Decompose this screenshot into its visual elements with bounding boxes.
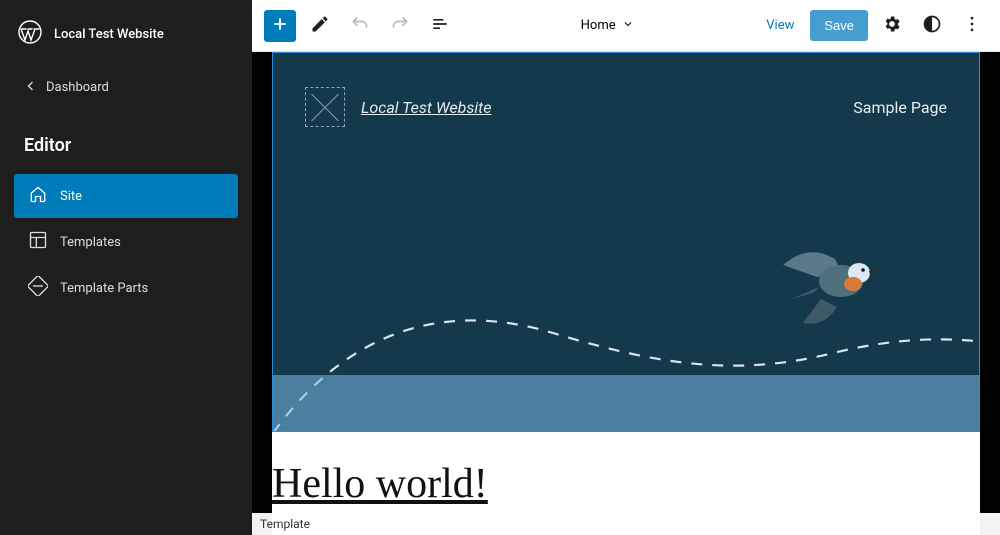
wordpress-logo-icon — [18, 20, 42, 48]
list-view-icon — [430, 14, 450, 38]
template-parts-icon — [28, 276, 48, 300]
list-view-button[interactable] — [424, 10, 456, 42]
header-template-part[interactable]: Local Test Website Sample Page — [272, 52, 980, 432]
post-title[interactable]: Hello world! — [272, 460, 980, 508]
breadcrumb-text: Template — [260, 517, 310, 531]
dashboard-back-link[interactable]: Dashboard — [0, 68, 252, 107]
selection-overlay — [273, 375, 979, 431]
more-menu-button[interactable] — [956, 10, 988, 42]
gear-icon — [882, 14, 902, 38]
add-block-button[interactable] — [264, 10, 296, 42]
edit-mode-button[interactable] — [304, 10, 336, 42]
topbar-actions: View Save — [758, 10, 988, 42]
nav-label: Site — [60, 189, 82, 204]
chevron-left-icon — [26, 80, 36, 95]
save-button[interactable]: Save — [810, 10, 868, 41]
view-link[interactable]: View — [758, 12, 802, 39]
settings-button[interactable] — [876, 10, 908, 42]
site-name: Local Test Website — [54, 27, 164, 42]
nav-item-templates[interactable]: Templates — [14, 220, 238, 264]
hero-header-row: Local Test Website Sample Page — [273, 53, 979, 127]
site-logo-placeholder[interactable] — [305, 87, 345, 127]
editor-sidebar: Local Test Website Dashboard Editor Site… — [0, 0, 252, 535]
nav-item-template-parts[interactable]: Template Parts — [14, 266, 238, 310]
more-vertical-icon — [962, 14, 982, 38]
undo-icon — [350, 14, 370, 38]
hero-left: Local Test Website — [305, 87, 491, 127]
nav-link-sample-page[interactable]: Sample Page — [853, 98, 947, 117]
chevron-down-icon — [622, 18, 634, 34]
plus-icon — [270, 14, 290, 38]
home-icon — [28, 184, 48, 208]
styles-button[interactable] — [916, 10, 948, 42]
redo-icon — [390, 14, 410, 38]
sidebar-header: Local Test Website — [0, 0, 252, 68]
contrast-icon — [922, 14, 942, 38]
layout-icon — [28, 230, 48, 254]
post-content-area[interactable]: Hello world! — [272, 432, 980, 508]
bird-illustration — [773, 237, 883, 332]
editor-canvas[interactable]: Local Test Website Sample Page — [252, 52, 1000, 535]
canvas-inner: Local Test Website Sample Page — [272, 52, 980, 535]
editor-nav: Site Templates Template Parts — [0, 168, 252, 316]
redo-button[interactable] — [384, 10, 416, 42]
editor-heading: Editor — [0, 107, 252, 168]
nav-label: Templates — [60, 235, 121, 250]
dashboard-label: Dashboard — [46, 80, 109, 95]
breadcrumb-statusbar[interactable]: Template — [252, 513, 1000, 535]
nav-label: Template Parts — [60, 281, 148, 296]
editor-topbar: Home View Save — [252, 0, 1000, 52]
pencil-icon — [310, 14, 330, 38]
site-title-block[interactable]: Local Test Website — [361, 98, 491, 117]
nav-item-site[interactable]: Site — [14, 174, 238, 218]
undo-button[interactable] — [344, 10, 376, 42]
main-area: Home View Save — [252, 0, 1000, 535]
document-title: Home — [581, 18, 616, 33]
document-switcher[interactable]: Home — [464, 18, 750, 34]
